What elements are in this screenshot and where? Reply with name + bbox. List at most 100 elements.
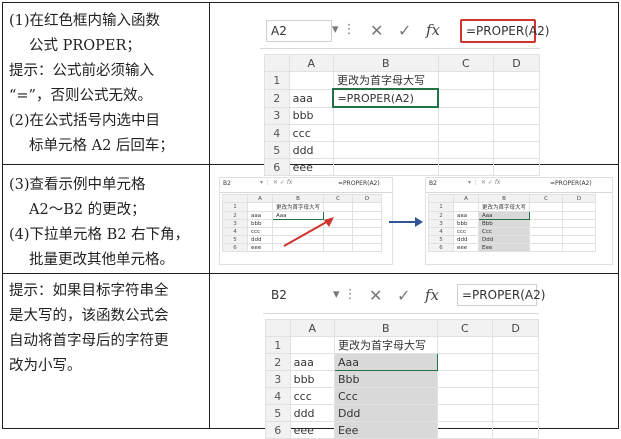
cell[interactable]: eee: [289, 421, 335, 439]
row-header[interactable]: 3: [428, 219, 454, 228]
instruction-line: 提示：如果目标字符串全: [9, 283, 169, 299]
confirm-icon[interactable]: ✓: [398, 21, 411, 40]
row-divider-2: [3, 273, 618, 274]
dropdown-icon[interactable]: ▾ ⋮: [333, 287, 357, 302]
row-header[interactable]: 2: [264, 88, 290, 108]
instruction-line: (1)在红色框内输入函数: [9, 13, 161, 29]
worksheet-grid: A B C D 1 更改为首字母大写 2 aaa Aaa 3 bbb Bbb 4 ccc Cc…: [265, 319, 539, 439]
instruction-line: (2)在公式括号内选中目: [9, 113, 161, 129]
instruction-line: 批量更改其他单元格。: [29, 252, 174, 268]
cell[interactable]: aaa: [247, 211, 273, 220]
row-header[interactable]: 1: [264, 71, 290, 90]
formula-input[interactable]: =PROPER(A2): [457, 284, 545, 306]
cell[interactable]: bbb: [288, 106, 334, 125]
row-header[interactable]: 4: [428, 227, 454, 236]
row-header[interactable]: 5: [265, 404, 291, 422]
cell[interactable]: bbb: [453, 219, 479, 228]
cell[interactable]: Ccc: [333, 387, 438, 405]
cell[interactable]: 更改为首字母大写: [333, 336, 438, 354]
row-header[interactable]: 1: [222, 202, 248, 212]
cell[interactable]: aaa: [288, 88, 334, 108]
cell[interactable]: ccc: [453, 227, 479, 236]
cell[interactable]: eee: [453, 243, 479, 252]
cell[interactable]: ccc: [288, 124, 334, 142]
worksheet-grid: ABCD 1 更改为首字母大写 2 aaa Aaa 3 bbb Bbb 4 ccc Ccc 5…: [428, 194, 597, 252]
cell[interactable]: Eee: [333, 421, 438, 439]
name-box[interactable]: B2: [267, 285, 331, 305]
row1-instructions: (1)在红色框内输入函数 公式 PROPER； 提示：公式前必须输入 “=”，否…: [3, 9, 209, 159]
dropdown-icon[interactable]: ▾ ⋮: [332, 22, 356, 37]
cell[interactable]: eee: [288, 158, 334, 176]
row-header[interactable]: 2: [265, 353, 291, 371]
row-header[interactable]: 1: [265, 336, 291, 354]
row-header[interactable]: 5: [222, 235, 248, 244]
cell[interactable]: Eee: [477, 243, 531, 252]
row-header[interactable]: 5: [428, 235, 454, 244]
formula-input[interactable]: =PROPER(A2): [338, 180, 380, 187]
cell[interactable]: Bbb: [333, 370, 438, 388]
cell[interactable]: ddd: [247, 235, 273, 244]
cell[interactable]: ddd: [288, 141, 334, 159]
row-header[interactable]: 3: [222, 219, 248, 228]
corner-cell[interactable]: [264, 54, 290, 72]
cell[interactable]: ddd: [453, 235, 479, 244]
cell[interactable]: eee: [247, 243, 273, 252]
formula-input[interactable]: =PROPER(A2): [460, 19, 549, 43]
row-header[interactable]: 4: [265, 387, 291, 405]
row3-instructions: 提示：如果目标字符串全 是大写的，该函数公式会 自动将首字母后的字符更 改为小写…: [3, 279, 209, 379]
cell[interactable]: ddd: [289, 404, 335, 422]
cell[interactable]: 更改为首字母大写: [332, 71, 439, 90]
insert-function-icon[interactable]: fx: [426, 21, 440, 39]
cell[interactable]: Bbb: [477, 219, 531, 228]
name-box[interactable]: B2: [429, 180, 437, 187]
cell[interactable]: bbb: [289, 370, 335, 388]
row-header[interactable]: 2: [428, 211, 454, 220]
row-header[interactable]: 6: [222, 243, 248, 252]
cell[interactable]: Ddd: [333, 404, 438, 422]
row-header[interactable]: 4: [264, 124, 290, 142]
row-header[interactable]: 6: [265, 421, 291, 439]
name-box[interactable]: B2: [223, 180, 231, 187]
row-header[interactable]: 5: [264, 141, 290, 159]
instruction-line: “=”，否则公式无效。: [9, 88, 152, 104]
col-header[interactable]: B: [332, 54, 439, 72]
instruction-line: 是大写的，该函数公式会: [9, 308, 169, 324]
instruction-line: A2～B2 的更改；: [29, 202, 146, 218]
cell[interactable]: 更改为首字母大写: [271, 202, 325, 212]
name-box[interactable]: A2: [266, 20, 332, 42]
worksheet-grid: A B C D 1 更改为首字母大写 2 aaa =PROPER(A2) 3 bbb 4…: [264, 54, 540, 176]
instruction-table: (1)在红色框内输入函数 公式 PROPER； 提示：公式前必须输入 “=”，否…: [2, 2, 619, 439]
row-header[interactable]: 6: [264, 158, 290, 176]
cell[interactable]: ccc: [247, 227, 273, 236]
active-cell[interactable]: =PROPER(A2): [332, 88, 440, 108]
col-header[interactable]: D: [493, 54, 540, 72]
row-header[interactable]: 6: [428, 243, 454, 252]
cell[interactable]: [288, 71, 334, 90]
row-header[interactable]: 2: [222, 211, 248, 220]
formula-input[interactable]: =PROPER(A2): [550, 180, 592, 187]
cell[interactable]: aaa: [289, 353, 335, 371]
cell[interactable]: Ccc: [477, 227, 531, 236]
active-cell[interactable]: Aaa: [333, 353, 438, 371]
row-header[interactable]: 4: [222, 227, 248, 236]
active-cell[interactable]: Aaa: [477, 211, 531, 220]
col-header[interactable]: A: [288, 54, 334, 72]
instruction-line: 标单元格 A2 后回车；: [29, 138, 174, 154]
cancel-icon[interactable]: ✕: [370, 21, 383, 40]
cell[interactable]: 更改为首字母大写: [477, 202, 531, 212]
next-step-arrow-icon: [389, 217, 423, 227]
cell[interactable]: aaa: [453, 211, 479, 220]
cell[interactable]: Ddd: [477, 235, 531, 244]
excel-thumbnail-before: B2 ▾ ⋮ ✕ ✓ fx =PROPER(A2) ABCD 1 更改为首字母大写…: [219, 177, 393, 265]
row-header[interactable]: 3: [264, 106, 290, 125]
row-header[interactable]: 3: [265, 370, 291, 388]
cell[interactable]: bbb: [247, 219, 273, 228]
instruction-line: 自动将首字母后的字符更: [9, 333, 169, 349]
formula-bar: B2 ▾ ⋮ ✕ ✓ fx =PROPER(A2): [263, 281, 545, 314]
cancel-icon[interactable]: ✕: [369, 286, 382, 305]
insert-function-icon[interactable]: fx: [425, 286, 439, 304]
row-header[interactable]: 1: [428, 202, 454, 212]
confirm-icon[interactable]: ✓: [397, 286, 410, 305]
col-header[interactable]: C: [437, 54, 495, 72]
cell[interactable]: ccc: [289, 387, 335, 405]
